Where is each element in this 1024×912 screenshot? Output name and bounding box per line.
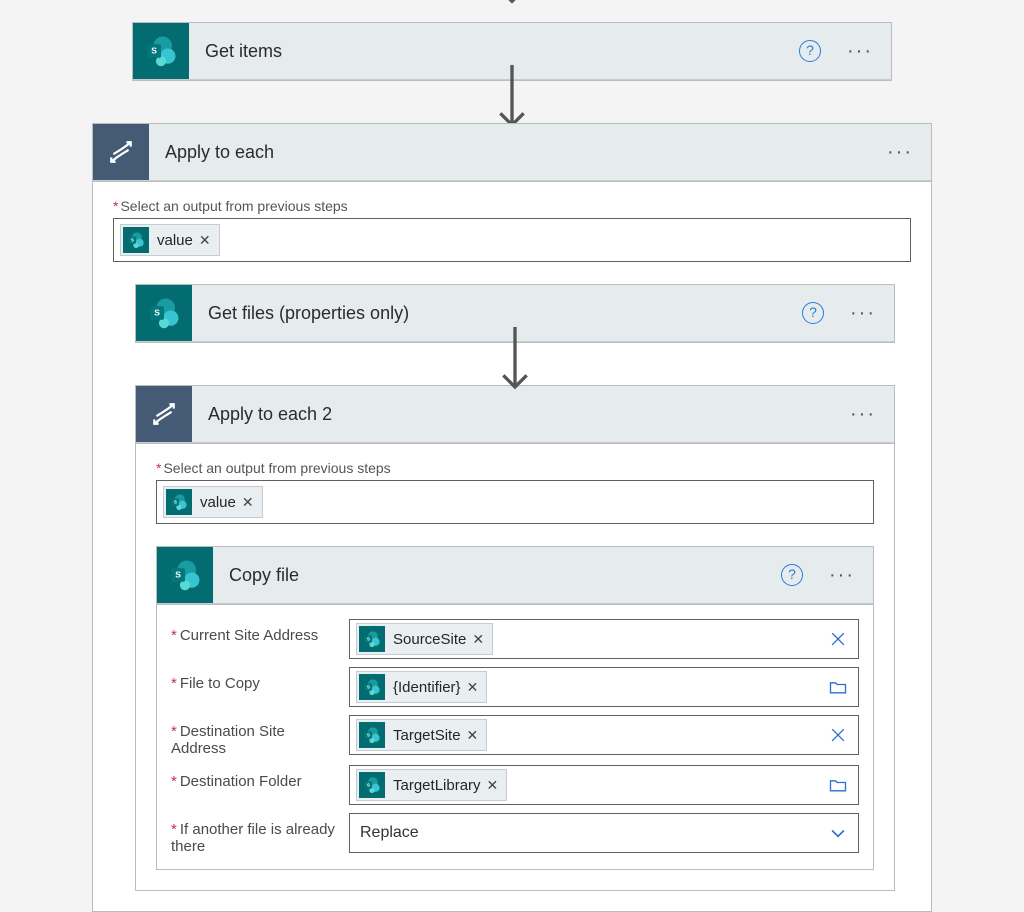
token-sourcesite[interactable]: S SourceSite ✕ — [356, 623, 493, 655]
sharepoint-mini-icon: S — [359, 772, 385, 798]
svg-text:S: S — [131, 237, 134, 242]
svg-text:S: S — [174, 499, 177, 504]
param-input[interactable]: S TargetSite ✕ — [349, 715, 859, 755]
loop-title: Apply to each — [149, 142, 881, 163]
param-current-site: Current Site Address S — [165, 615, 865, 663]
token-targetsite[interactable]: S TargetSite ✕ — [356, 719, 487, 751]
loop-icon — [136, 386, 192, 442]
svg-text:S: S — [367, 636, 370, 641]
token-label: TargetLibrary — [393, 777, 481, 794]
remove-token-icon[interactable]: ✕ — [242, 494, 254, 511]
loop-header[interactable]: Apply to each ··· — [93, 124, 931, 181]
sharepoint-mini-icon: S — [166, 489, 192, 515]
select-output-field[interactable]: S value ✕ — [113, 218, 911, 262]
token-identifier[interactable]: S {Identifier} ✕ — [356, 671, 487, 703]
svg-text:S: S — [367, 782, 370, 787]
select-value: Replace — [356, 824, 826, 842]
flow-arrow — [492, 81, 532, 123]
help-icon[interactable]: ? — [781, 564, 803, 586]
more-menu[interactable]: ··· — [881, 139, 919, 165]
token-label: {Identifier} — [393, 679, 461, 696]
token-value[interactable]: S value ✕ — [120, 224, 220, 256]
svg-text:S: S — [367, 684, 370, 689]
param-input[interactable]: S TargetLibrary ✕ — [349, 765, 859, 805]
param-overwrite: If another file is already there Replace — [165, 809, 865, 859]
more-menu[interactable]: ··· — [841, 38, 879, 64]
svg-text:S: S — [175, 570, 181, 580]
chevron-down-icon[interactable] — [826, 823, 852, 843]
param-input[interactable]: S SourceSite ✕ — [349, 619, 859, 659]
param-label: Current Site Address — [171, 619, 341, 644]
remove-token-icon[interactable]: ✕ — [199, 232, 211, 249]
remove-token-icon[interactable]: ✕ — [467, 679, 479, 696]
sharepoint-mini-icon: S — [359, 722, 385, 748]
param-label: If another file is already there — [171, 813, 341, 855]
sharepoint-icon: S — [133, 23, 189, 79]
more-menu[interactable]: ··· — [844, 401, 882, 427]
param-label: Destination Folder — [171, 765, 341, 790]
svg-text:S: S — [154, 308, 160, 318]
token-label: value — [157, 232, 193, 249]
action-title: Get items — [189, 41, 799, 62]
help-icon[interactable]: ? — [802, 302, 824, 324]
param-destination-folder: Destination Folder S Ta — [165, 761, 865, 809]
remove-token-icon[interactable]: ✕ — [472, 631, 484, 648]
help-icon[interactable]: ? — [799, 40, 821, 62]
sharepoint-mini-icon: S — [359, 626, 385, 652]
token-targetlibrary[interactable]: S TargetLibrary ✕ — [356, 769, 507, 801]
loop-icon — [93, 124, 149, 180]
remove-token-icon[interactable]: ✕ — [467, 727, 479, 744]
flow-arrow — [495, 343, 535, 385]
select-output-field[interactable]: S value ✕ — [156, 480, 874, 524]
select-output-label: Select an output from previous steps — [156, 460, 874, 476]
action-copy-file[interactable]: S Copy file ? ··· — [156, 546, 874, 605]
svg-text:S: S — [367, 732, 370, 737]
loop-apply-to-each-2[interactable]: Apply to each 2 ··· Select an output fro… — [135, 385, 895, 891]
token-value[interactable]: S value ✕ — [163, 486, 263, 518]
loop-apply-to-each[interactable]: Apply to each ··· Select an output from … — [92, 123, 932, 912]
token-label: SourceSite — [393, 631, 466, 648]
folder-picker-icon[interactable] — [826, 677, 852, 697]
more-menu[interactable]: ··· — [844, 300, 882, 326]
param-label: File to Copy — [171, 667, 341, 692]
param-label: Destination Site Address — [171, 715, 341, 757]
flow-arrow — [492, 0, 532, 22]
token-label: TargetSite — [393, 727, 461, 744]
param-input[interactable]: S {Identifier} ✕ — [349, 667, 859, 707]
sharepoint-mini-icon: S — [123, 227, 149, 253]
token-label: value — [200, 494, 236, 511]
param-select[interactable]: Replace — [349, 813, 859, 853]
remove-token-icon[interactable]: ✕ — [487, 777, 499, 794]
action-title: Get files (properties only) — [192, 303, 802, 324]
action-title: Copy file — [213, 565, 781, 586]
sharepoint-icon: S — [157, 547, 213, 603]
more-menu[interactable]: ··· — [823, 562, 861, 588]
loop-title: Apply to each 2 — [192, 404, 844, 425]
param-destination-site: Destination Site Address S — [165, 711, 865, 761]
clear-icon[interactable] — [826, 629, 852, 649]
clear-icon[interactable] — [826, 725, 852, 745]
folder-picker-icon[interactable] — [826, 775, 852, 795]
select-output-label: Select an output from previous steps — [113, 198, 911, 214]
svg-text:S: S — [151, 46, 157, 56]
param-file-to-copy: File to Copy S {Identif — [165, 663, 865, 711]
sharepoint-mini-icon: S — [359, 674, 385, 700]
sharepoint-icon: S — [136, 285, 192, 341]
